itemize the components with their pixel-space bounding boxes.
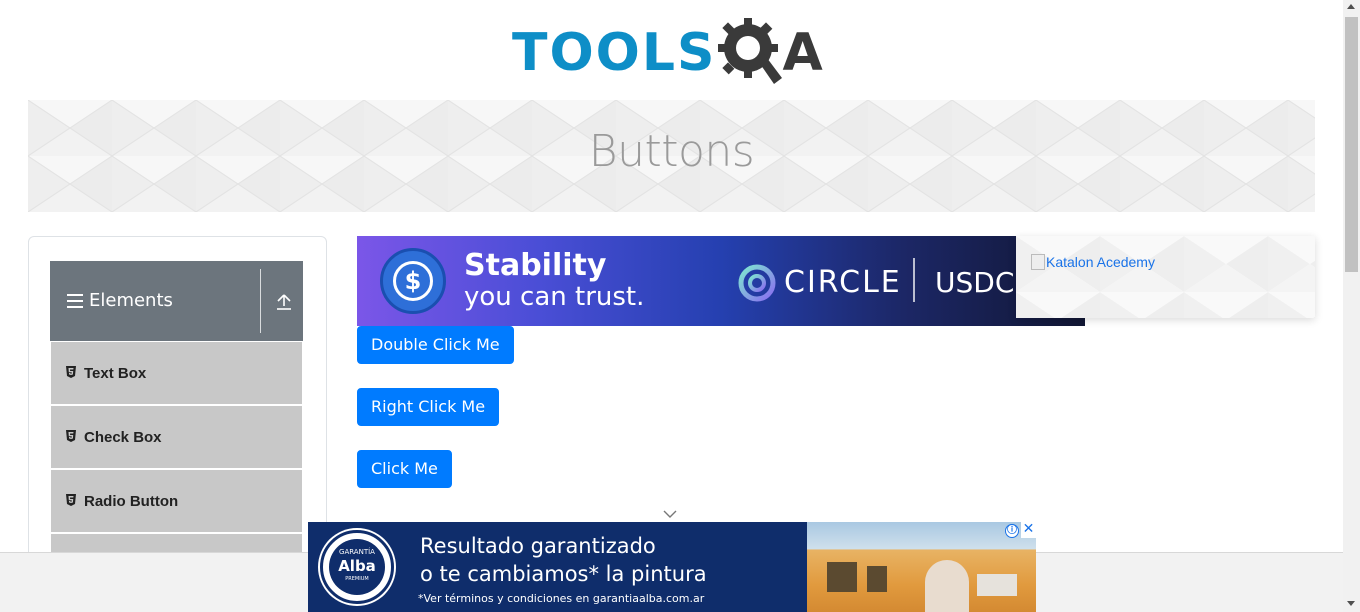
ad-headline: Stability: [464, 248, 607, 283]
group-label: Elements: [89, 290, 173, 311]
seal-brand-text: Alba: [338, 557, 376, 575]
scroll-up-arrow-icon[interactable]: [1347, 4, 1355, 9]
hamburger-icon: [67, 294, 83, 308]
ad-subline: you can trust.: [464, 282, 645, 312]
scroll-down-arrow-icon[interactable]: [1347, 601, 1355, 606]
usdc-coin-icon: $: [380, 248, 446, 314]
circle-logo-icon: [738, 264, 776, 302]
group-header-elements[interactable]: Elements: [50, 261, 303, 341]
logo-text-a: A: [782, 23, 823, 83]
upload-icon[interactable]: [276, 293, 292, 311]
toolsqa-logo[interactable]: TOOLS A: [512, 15, 836, 91]
header-divider: [260, 269, 261, 333]
chevron-down-icon[interactable]: [662, 509, 678, 519]
seal-top-text: GARANTÍA: [339, 548, 375, 556]
gear-magnifier-icon: [718, 18, 783, 84]
sidebar-item-label: Check Box: [84, 429, 162, 446]
html5-icon: [66, 366, 76, 378]
sidebar-item-label: Radio Button: [84, 493, 179, 510]
ad-house-photo: [807, 522, 1036, 612]
click-me-button[interactable]: Click Me: [357, 450, 452, 488]
html5-icon: [66, 430, 76, 442]
right-click-button[interactable]: Right Click Me: [357, 388, 500, 426]
broken-image-icon: [1031, 254, 1045, 270]
ad-separator: [913, 258, 915, 302]
seal-sub-text: PREMIUM: [345, 576, 369, 582]
ad-disclaimer: *Ver términos y condiciones en garantiaa…: [418, 592, 705, 605]
double-click-button[interactable]: Double Click Me: [357, 326, 514, 364]
ad-product: USDC: [935, 266, 1015, 299]
scrollbar-thumb[interactable]: [1345, 17, 1358, 272]
ad-subline: o te cambiamos* la pintura: [420, 562, 707, 586]
ad-brand: CIRCLE: [784, 265, 902, 300]
ad-close-icon[interactable]: ✕: [1021, 522, 1036, 538]
ad-info-icon[interactable]: ⓘ: [1005, 524, 1019, 538]
sidebar-item-radio-button[interactable]: Radio Button: [51, 470, 302, 532]
katalon-link[interactable]: Katalon Acedemy: [1031, 254, 1155, 270]
html5-icon: [66, 494, 76, 506]
page-banner: Buttons: [28, 100, 1315, 212]
ad-banner-circle[interactable]: $ Stability you can trust. CIRCLE USDC: [357, 236, 1085, 326]
ad-katalon[interactable]: Katalon Acedemy: [1016, 236, 1315, 318]
sidebar-item-label: Text Box: [84, 365, 147, 382]
page-title: Buttons: [588, 126, 755, 177]
vertical-scrollbar[interactable]: [1343, 0, 1360, 612]
katalon-alt-text: Katalon Acedemy: [1046, 254, 1155, 270]
page: TOOLS A Buttons Elements Text Box Check …: [0, 0, 1360, 612]
sidebar-item-check-box[interactable]: Check Box: [51, 406, 302, 468]
ad-person-figure: [925, 560, 969, 612]
logo-text-tools: TOOLS: [512, 23, 717, 83]
ad-headline: Resultado garantizado: [420, 534, 656, 558]
alba-seal-logo: GARANTÍA Alba PREMIUM: [320, 530, 394, 604]
ad-pattern: [1016, 236, 1315, 318]
sidebar-item-text-box[interactable]: Text Box: [51, 342, 302, 404]
ad-banner-alba[interactable]: GARANTÍA Alba PREMIUM Resultado garantiz…: [308, 522, 1036, 612]
